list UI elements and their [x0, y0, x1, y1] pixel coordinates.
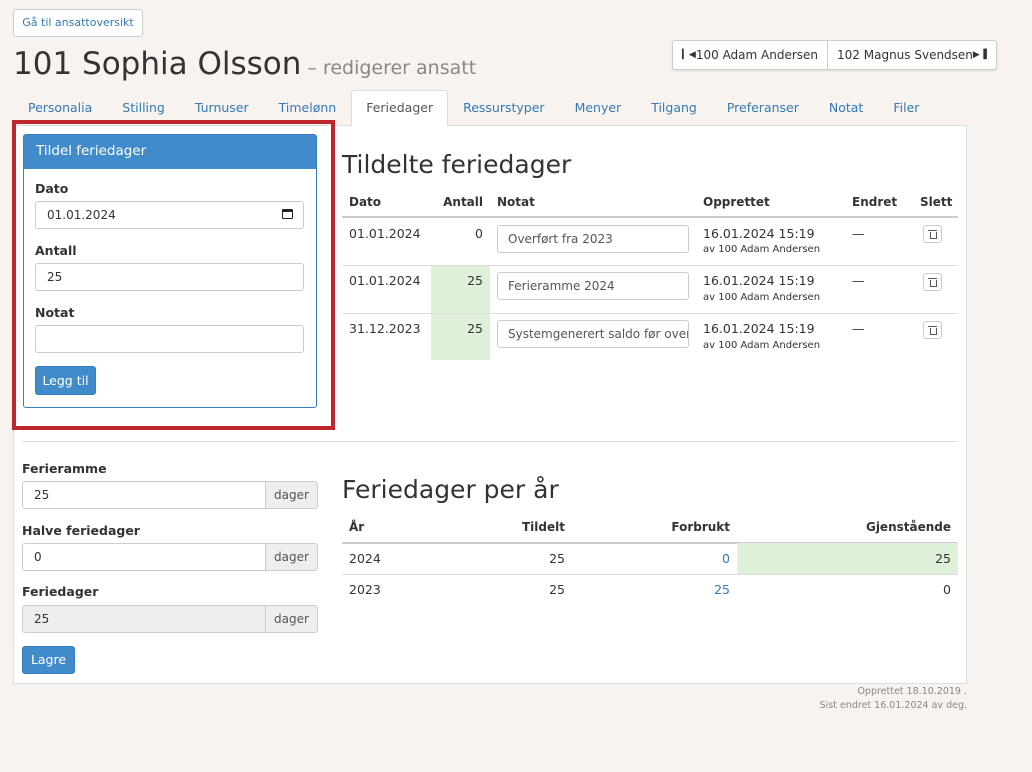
- halve-unit: dager: [265, 543, 318, 571]
- row-created-by: av 100 Adam Andersen: [703, 244, 821, 255]
- tab-menyer[interactable]: Menyer: [560, 90, 637, 126]
- highlight-box: [12, 120, 335, 430]
- assigned-cell: 25: [549, 551, 565, 566]
- assigned-title: Tildelte feriedager: [342, 150, 572, 179]
- back-to-overview-button[interactable]: Gå til ansattoversikt: [13, 9, 143, 37]
- row-amount: 25: [467, 321, 483, 336]
- per-year-title: Feriedager per år: [342, 475, 559, 504]
- page-subtitle: – redigerer ansatt: [307, 57, 477, 79]
- col-notat: Notat: [497, 195, 535, 209]
- row-changed: —: [852, 321, 865, 336]
- skip-back-icon: ▎◀: [682, 50, 696, 60]
- row-amount: 0: [475, 226, 483, 241]
- row-created-by: av 100 Adam Andersen: [703, 292, 821, 303]
- prev-employee-label: 100 Adam Andersen: [695, 48, 819, 62]
- feriedager-input: 25: [22, 605, 266, 633]
- tab-tilgang[interactable]: Tilgang: [636, 90, 712, 126]
- used-link[interactable]: 0: [650, 551, 730, 566]
- tab-notat[interactable]: Notat: [814, 90, 878, 126]
- col-ar: År: [349, 520, 365, 534]
- year-cell: 2024: [349, 551, 381, 566]
- row-created: 16.01.2024 15:19: [703, 226, 815, 241]
- prev-employee-button[interactable]: ▎◀ 100 Adam Andersen: [673, 41, 827, 69]
- col-dato: Dato: [349, 195, 382, 209]
- halve-label: Halve feriedager: [22, 523, 140, 538]
- col-endret: Endret: [852, 195, 898, 209]
- row-note-input[interactable]: Systemgenerert saldo før overføring: [497, 320, 689, 348]
- row-amount: 25: [467, 273, 483, 288]
- ferieramme-label: Ferieramme: [22, 461, 107, 476]
- employee-pager: ▎◀ 100 Adam Andersen 102 Magnus Svendsen…: [672, 40, 997, 70]
- ferieramme-unit: dager: [265, 481, 318, 509]
- save-button[interactable]: Lagre: [22, 646, 75, 674]
- col-tildelt: Tildelt: [522, 520, 565, 534]
- row-changed: —: [852, 273, 865, 288]
- used-link[interactable]: 25: [650, 582, 730, 597]
- col-slett: Slett: [920, 195, 953, 209]
- row-divider: [342, 265, 958, 266]
- table-header-divider: [342, 216, 958, 218]
- feriedager-label: Feriedager: [22, 584, 99, 599]
- row-divider: [342, 313, 958, 314]
- created-info: Opprettet 18.10.2019 .: [857, 686, 967, 697]
- delete-icon[interactable]: [923, 321, 942, 339]
- col-gjenstaende: Gjenstående: [865, 520, 951, 534]
- tab-preferanser[interactable]: Preferanser: [712, 90, 814, 126]
- row-date: 01.01.2024: [349, 273, 421, 288]
- year-cell: 2023: [349, 582, 381, 597]
- row-date: 31.12.2023: [349, 321, 421, 336]
- tab-feriedager[interactable]: Feriedager: [351, 90, 449, 127]
- page-title: 101 Sophia Olsson – redigerer ansatt: [13, 46, 476, 82]
- modified-info: Sist endret 16.01.2024 av deg.: [819, 700, 967, 711]
- halve-input[interactable]: 0: [22, 543, 266, 571]
- row-divider: [342, 574, 958, 575]
- col-antall: Antall: [443, 195, 483, 209]
- row-created: 16.01.2024 15:19: [703, 273, 815, 288]
- row-created-by: av 100 Adam Andersen: [703, 340, 821, 351]
- tab-filer[interactable]: Filer: [878, 90, 934, 126]
- col-forbrukt: Forbrukt: [671, 520, 730, 534]
- section-divider: [22, 441, 958, 442]
- col-opprettet: Opprettet: [703, 195, 770, 209]
- remaining-cell: 25: [935, 551, 951, 566]
- assigned-cell: 25: [549, 582, 565, 597]
- next-employee-label: 102 Magnus Svendsen: [837, 48, 973, 62]
- row-changed: —: [852, 226, 865, 241]
- next-employee-button[interactable]: 102 Magnus Svendsen ▶▐: [827, 41, 996, 69]
- ferieramme-input[interactable]: 25: [22, 481, 266, 509]
- row-date: 01.01.2024: [349, 226, 421, 241]
- delete-icon[interactable]: [923, 273, 942, 291]
- delete-icon[interactable]: [923, 225, 942, 243]
- row-note-input[interactable]: Ferieramme 2024: [497, 272, 689, 300]
- row-note-input[interactable]: Overført fra 2023: [497, 225, 689, 253]
- employee-name: 101 Sophia Olsson: [13, 46, 302, 82]
- feriedager-unit: dager: [265, 605, 318, 633]
- skip-forward-icon: ▶▐: [972, 50, 987, 60]
- tab-ressurstyper[interactable]: Ressurstyper: [448, 90, 559, 126]
- row-created: 16.01.2024 15:19: [703, 321, 815, 336]
- remaining-cell: 0: [943, 582, 951, 597]
